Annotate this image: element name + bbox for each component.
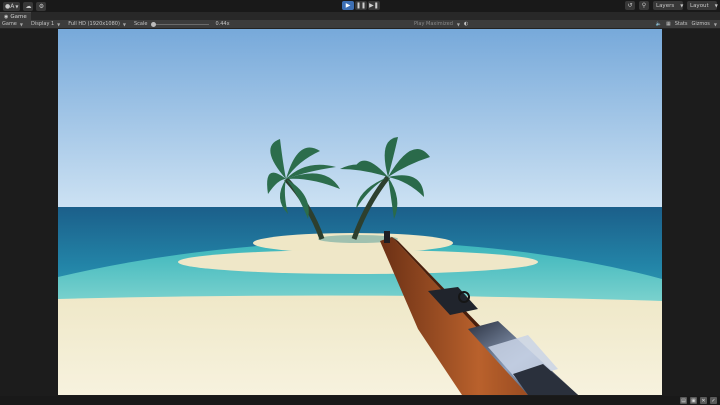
play-mode-dropdown[interactable]: Play Maximized ▼ ◐ xyxy=(414,21,468,27)
chevron-down-icon: ▼ xyxy=(19,21,23,27)
grid-icon[interactable]: ▦ xyxy=(666,21,671,27)
scale-slider[interactable] xyxy=(151,21,210,27)
pause-button[interactable]: ❚❚ xyxy=(355,1,367,10)
mode-label: Game xyxy=(2,21,17,27)
layers-dropdown[interactable]: Layers ▼ xyxy=(653,1,683,10)
main-toolbar: ● A ▼ ☁ ⚙ ▶ ❚❚ ▶❚ ↺ ⚲ Layers ▼ Layout ▼ xyxy=(0,0,720,12)
history-button[interactable]: ↺ xyxy=(625,1,635,10)
play-mode-label: Play Maximized xyxy=(414,21,453,27)
display-label: Display 1 xyxy=(30,21,55,27)
console-icon[interactable]: ▤ xyxy=(680,397,687,404)
speaker-icon[interactable]: 🔈 xyxy=(656,21,662,27)
scale-value: 0.44x xyxy=(215,21,230,27)
chevron-down-icon: ▼ xyxy=(680,3,684,8)
chevron-down-icon: ▼ xyxy=(456,21,460,27)
scale-slider-knob[interactable] xyxy=(151,21,157,27)
chevron-down-icon: ▼ xyxy=(15,3,19,9)
status-bar: ▤ ▣ ✕ ✓ xyxy=(0,396,720,405)
play-icon: ▶ xyxy=(345,2,351,9)
gizmos-button[interactable]: Gizmos xyxy=(691,21,709,27)
chevron-down-icon[interactable]: ▼ xyxy=(714,22,717,27)
step-button[interactable]: ▶❚ xyxy=(368,1,380,10)
layout-dropdown[interactable]: Layout ▼ xyxy=(687,1,718,10)
account-button[interactable]: ● A ▼ xyxy=(3,1,21,11)
tab-game[interactable]: ◉ Game xyxy=(0,12,31,20)
stats-button[interactable]: Stats xyxy=(675,21,688,27)
scale-control: Scale 0.44x xyxy=(134,21,230,27)
search-button[interactable]: ⚲ xyxy=(639,1,649,10)
chevron-down-icon: ▼ xyxy=(122,21,126,27)
tab-game-label: Game xyxy=(10,13,27,20)
play-button[interactable]: ▶ xyxy=(342,1,354,10)
cloud-icon: ☁ xyxy=(25,2,32,10)
settings-icon[interactable]: ✓ xyxy=(710,397,717,404)
account-label: A xyxy=(10,2,15,10)
game-view-controls: Game ▼ Display 1 ▼ Full HD (1920x1080) ▼… xyxy=(0,20,720,29)
game-viewport[interactable] xyxy=(58,29,662,395)
sky xyxy=(58,29,662,209)
display-dropdown[interactable]: Display 1 ▼ xyxy=(31,21,60,27)
resolution-dropdown[interactable]: Full HD (1920x1080) ▼ xyxy=(68,21,126,27)
save-icon[interactable]: ▣ xyxy=(690,397,697,404)
pause-icon: ❚❚ xyxy=(355,2,367,9)
gamepad-icon: ◉ xyxy=(4,13,9,20)
chevron-down-icon: ▼ xyxy=(57,21,61,27)
tab-bar: ◉ Game xyxy=(0,12,720,20)
layers-label: Layers xyxy=(656,2,675,9)
collab-button[interactable]: ⚙ xyxy=(36,1,47,11)
play-controls: ▶ ❚❚ ▶❚ xyxy=(342,1,380,10)
cloud-button[interactable]: ☁ xyxy=(23,1,34,11)
tools-icon[interactable]: ✕ xyxy=(700,397,707,404)
sandbar xyxy=(178,250,538,274)
mode-dropdown[interactable]: Game ▼ xyxy=(2,21,23,27)
mute-audio-icon[interactable]: ◐ xyxy=(464,21,468,27)
game-scene xyxy=(58,29,662,395)
layout-label: Layout xyxy=(690,2,709,9)
search-icon: ⚲ xyxy=(641,2,647,9)
resolution-label: Full HD (1920x1080) xyxy=(68,21,120,27)
beach xyxy=(58,295,662,395)
history-icon: ↺ xyxy=(627,2,633,9)
chevron-down-icon: ▼ xyxy=(714,3,718,8)
step-icon: ▶❚ xyxy=(369,2,379,9)
scale-label: Scale xyxy=(133,21,148,27)
collab-icon: ⚙ xyxy=(38,2,45,10)
